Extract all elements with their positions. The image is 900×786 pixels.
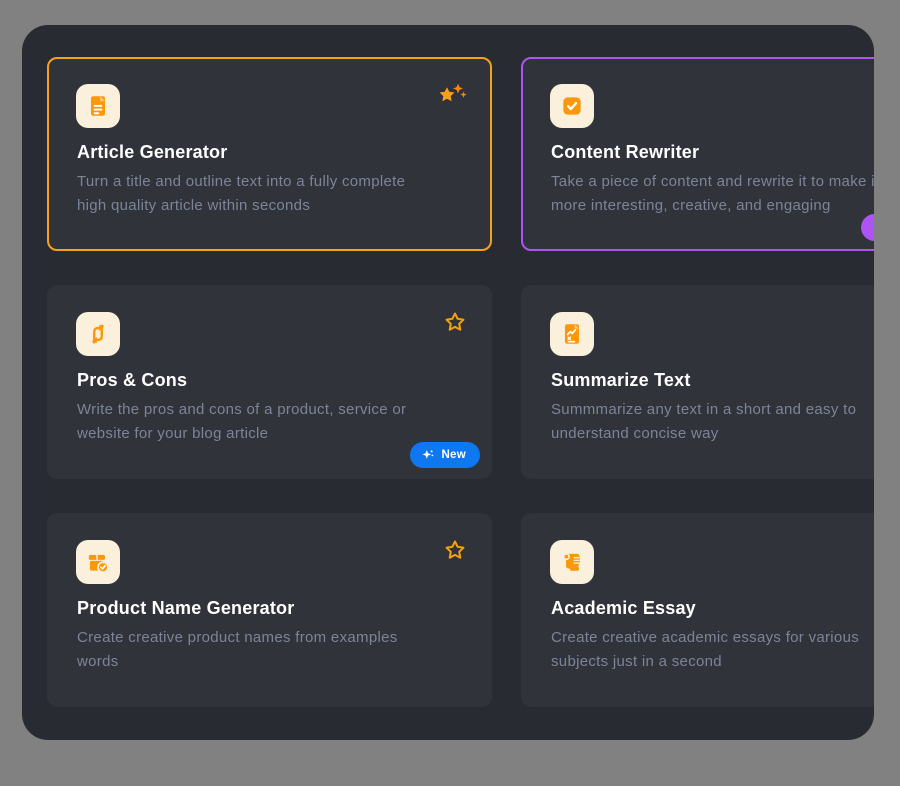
card-title: Content Rewriter <box>551 141 874 163</box>
icon-tile <box>550 84 594 128</box>
favorite-outline-star-icon[interactable] <box>436 309 468 337</box>
favorite-outline-star-icon[interactable] <box>436 537 468 565</box>
swap-arrows-icon <box>85 321 111 347</box>
summary-document-icon <box>559 321 585 347</box>
card-description: Create creative product names from examp… <box>77 626 490 674</box>
card-product-name-generator[interactable]: Product Name Generator Create creative p… <box>47 513 492 707</box>
icon-tile <box>550 540 594 584</box>
card-title: Academic Essay <box>551 597 874 619</box>
card-title: Summarize Text <box>551 369 874 391</box>
icon-tile <box>550 312 594 356</box>
icon-tile <box>76 84 120 128</box>
checkbox-icon <box>559 93 585 119</box>
scroll-icon <box>559 549 585 575</box>
icon-tile <box>76 312 120 356</box>
purple-badge <box>861 214 874 241</box>
card-description: Create creative academic essays for vari… <box>551 626 874 674</box>
card-summarize-text[interactable]: Summarize Text Summmarize any text in a … <box>521 285 874 479</box>
card-description: Take a piece of content and rewrite it t… <box>551 170 874 218</box>
favorite-filled-star-icon[interactable] <box>436 81 468 109</box>
card-article-generator[interactable]: Article Generator Turn a title and outli… <box>47 57 492 251</box>
card-pros-and-cons[interactable]: Pros & Cons Write the pros and cons of a… <box>47 285 492 479</box>
document-icon <box>85 93 111 119</box>
package-check-icon <box>85 549 111 575</box>
card-description: Write the pros and cons of a product, se… <box>77 398 490 446</box>
new-badge: New <box>410 442 480 468</box>
tools-grid: Article Generator Turn a title and outli… <box>22 25 874 739</box>
new-badge-label: New <box>441 449 466 461</box>
card-academic-essay[interactable]: Academic Essay Create creative academic … <box>521 513 874 707</box>
tools-panel: Article Generator Turn a title and outli… <box>22 25 874 740</box>
card-title: Pros & Cons <box>77 369 462 391</box>
icon-tile <box>76 540 120 584</box>
card-description: Turn a title and outline text into a ful… <box>77 170 490 218</box>
card-description: Summmarize any text in a short and easy … <box>551 398 874 446</box>
card-title: Product Name Generator <box>77 597 462 619</box>
card-content-rewriter[interactable]: Content Rewriter Take a piece of content… <box>521 57 874 251</box>
sparkle-icon <box>422 449 434 461</box>
card-title: Article Generator <box>77 141 462 163</box>
